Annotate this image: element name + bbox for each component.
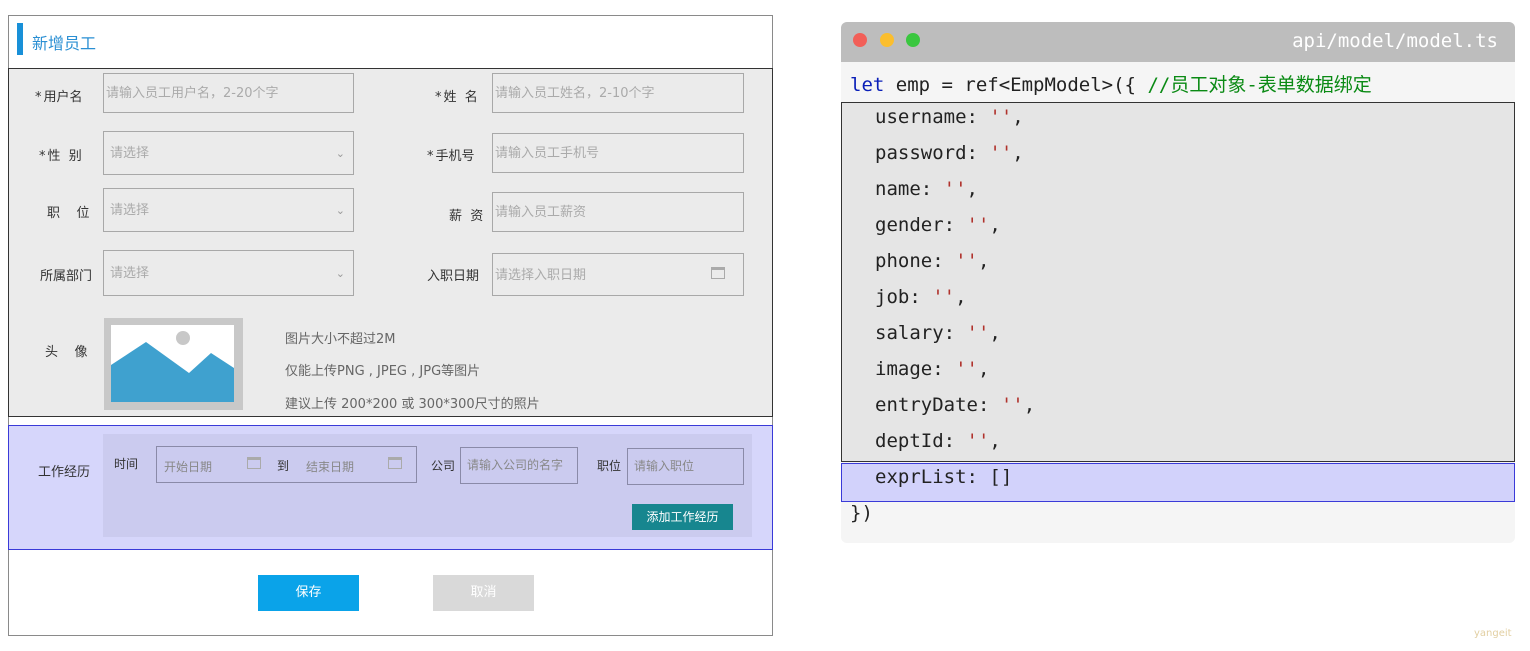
code-line-field: image: '', [875, 358, 990, 380]
phone-input[interactable]: 请输入员工手机号 [492, 133, 744, 173]
cancel-button[interactable]: 取消 [433, 575, 534, 611]
code-line-field: gender: '', [875, 214, 1001, 236]
field-value: '' [955, 358, 978, 380]
name-input[interactable]: 请输入员工姓名，2-10个字 [492, 73, 744, 113]
phone-label: * 手机号 [427, 149, 475, 164]
exprlist-key: exprList [875, 466, 967, 488]
image-placeholder-icon [111, 325, 234, 402]
exp-time-label: 时间 [114, 457, 139, 471]
end-date-placeholder: 结束日期 [306, 460, 355, 474]
date-range-picker[interactable]: 开始日期 到 结束日期 [156, 446, 417, 483]
exp-position-label: 职位 [597, 459, 622, 473]
chevron-down-icon: ⌄ [335, 267, 345, 280]
entry-date-picker[interactable]: 请选择入职日期 [492, 253, 744, 296]
avatar-upload[interactable] [104, 318, 243, 410]
form-header [8, 16, 771, 68]
form-title: 新增员工 [32, 34, 97, 53]
field-key: deptId [875, 430, 944, 452]
calendar-icon [247, 457, 261, 469]
code-line-field: password: '', [875, 142, 1024, 164]
avatar-hint-size: 图片大小不超过2M [285, 332, 396, 347]
field-value: '' [966, 322, 990, 344]
entry-date-placeholder: 请选择入职日期 [495, 268, 587, 283]
date-range-separator: 到 [277, 459, 290, 473]
field-value: '' [955, 250, 978, 272]
chevron-down-icon: ⌄ [335, 204, 345, 217]
field-value: '' [966, 214, 990, 236]
username-input[interactable]: 请输入员工用户名，2-20个字 [103, 73, 354, 113]
dept-select[interactable]: 请选择 ⌄ [103, 250, 354, 296]
code-line-exprlist: exprList: [] [875, 466, 1013, 488]
dept-select-value: 请选择 [110, 266, 150, 281]
username-label: * 用户名 [35, 90, 83, 105]
field-key: entryDate [875, 394, 978, 416]
code-line-field: job: '', [875, 286, 967, 308]
add-experience-button[interactable]: 添加工作经历 [632, 504, 733, 530]
code-line-field: phone: '', [875, 250, 990, 272]
calendar-icon [711, 267, 725, 279]
save-button[interactable]: 保存 [258, 575, 359, 611]
job-select-value: 请选择 [110, 203, 150, 218]
code-filename: api/model/model.ts [1292, 30, 1498, 52]
name-label: * 姓 名 [435, 90, 478, 105]
job-label: 职 位 [47, 206, 90, 221]
exprlist-value: [] [989, 466, 1013, 488]
salary-input[interactable]: 请输入员工薪资 [492, 192, 744, 232]
company-input[interactable]: 请输入公司的名字 [460, 447, 578, 484]
field-key: name [875, 178, 921, 200]
calendar-icon [388, 457, 402, 469]
avatar-hint-dimension: 建议上传 200*200 或 300*300尺寸的照片 [285, 397, 540, 412]
experience-label: 工作经历 [38, 465, 91, 480]
field-key: job [875, 286, 910, 308]
chevron-down-icon: ⌄ [335, 147, 345, 160]
code-line-closing: }) [850, 502, 873, 524]
code-line-field: salary: '', [875, 322, 1001, 344]
salary-label: 薪 资 [449, 209, 484, 224]
field-value: '' [932, 286, 956, 308]
exp-company-label: 公司 [431, 459, 456, 473]
field-key: password [875, 142, 967, 164]
gender-select[interactable]: 请选择 ⌄ [103, 131, 354, 175]
avatar-hint-format: 仅能上传PNG , JPEG , JPG等图片 [285, 364, 481, 379]
gender-label: * 性 别 [39, 149, 82, 164]
header-accent-bar [17, 23, 23, 55]
field-key: salary [875, 322, 944, 344]
keyword-let: let [850, 74, 885, 96]
start-date-placeholder: 开始日期 [164, 460, 213, 474]
maximize-dot-icon [906, 33, 920, 47]
field-key: gender [875, 214, 944, 236]
code-line-field: deptId: '', [875, 430, 1001, 452]
field-value: '' [989, 142, 1013, 164]
position-input[interactable]: 请输入职位 [627, 448, 744, 485]
field-value: '' [943, 178, 967, 200]
watermark: yangeit [1474, 628, 1512, 639]
declaration-comment: //员工对象-表单数据绑定 [1147, 74, 1372, 96]
field-value: '' [989, 106, 1013, 128]
avatar-label: 头 像 [45, 345, 88, 360]
entry-date-label: 入职日期 [427, 269, 480, 284]
declaration-code: emp = ref<EmpModel>({ [884, 74, 1148, 96]
code-line-field: username: '', [875, 106, 1024, 128]
gender-select-value: 请选择 [110, 146, 150, 161]
job-select[interactable]: 请选择 ⌄ [103, 188, 354, 232]
dept-label: 所属部门 [40, 269, 93, 284]
code-line-field: entryDate: '', [875, 394, 1036, 416]
minimize-dot-icon [880, 33, 894, 47]
field-value: '' [1000, 394, 1024, 416]
code-line-field: name: '', [875, 178, 978, 200]
field-key: image [875, 358, 933, 380]
field-value: '' [966, 430, 990, 452]
code-line-declaration: let emp = ref<EmpModel>({ //员工对象-表单数据绑定 [850, 70, 1372, 97]
field-key: username [875, 106, 967, 128]
close-dot-icon [853, 33, 867, 47]
field-key: phone [875, 250, 933, 272]
